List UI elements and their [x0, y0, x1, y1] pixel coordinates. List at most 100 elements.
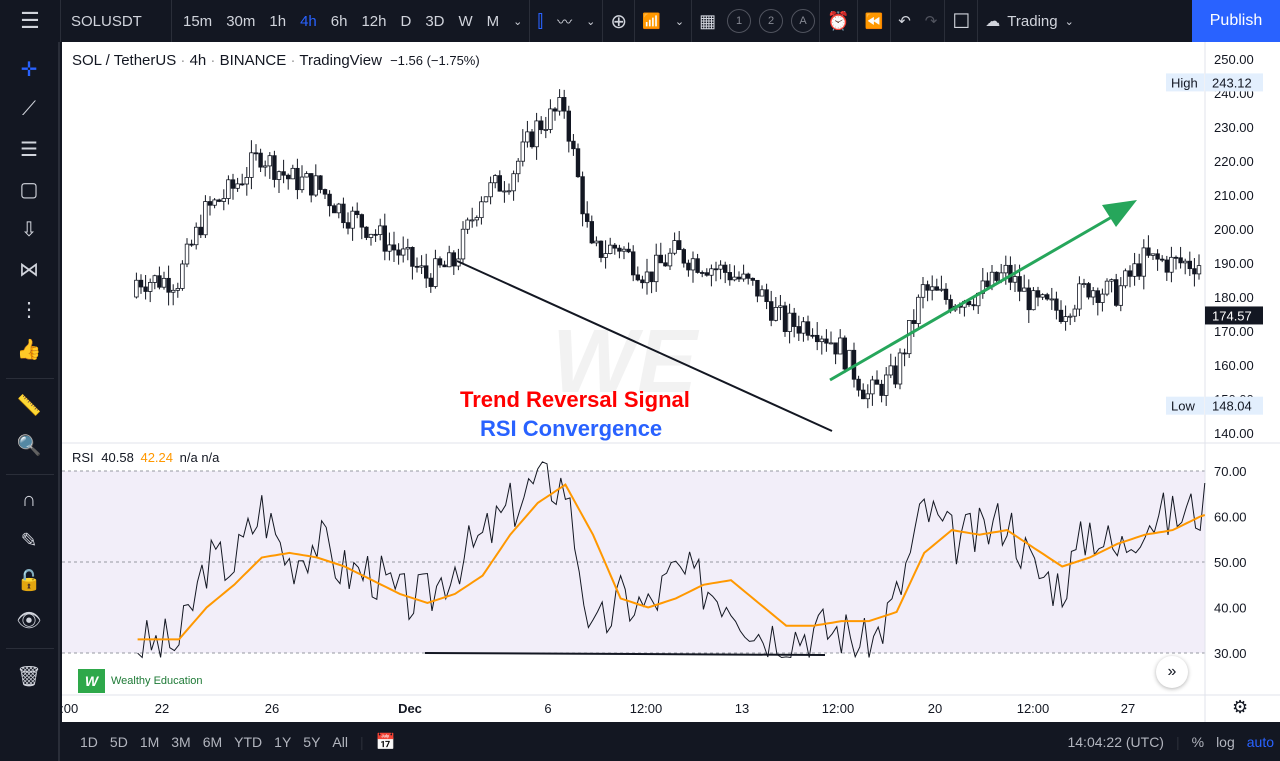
candle-body [865, 393, 870, 400]
candle [479, 196, 484, 225]
interval-4h[interactable]: 4h [293, 13, 324, 30]
candle-body [313, 175, 318, 196]
candle [1035, 286, 1041, 307]
interval-3D[interactable]: 3D [418, 13, 451, 30]
candle-body [594, 240, 599, 244]
interval-M[interactable]: M [480, 13, 507, 30]
fullscreen-icon[interactable]: ☐ [945, 9, 977, 34]
chevron-down-icon[interactable]: ⌄ [579, 15, 602, 28]
layout-A[interactable]: A [791, 9, 816, 33]
range-5D[interactable]: 5D [104, 734, 134, 750]
trend-line-icon[interactable]: ⟋ [12, 94, 46, 124]
lock-icon[interactable]: 🔓 [12, 565, 46, 595]
range-YTD[interactable]: YTD [228, 734, 268, 750]
range-All[interactable]: All [326, 734, 354, 750]
candle [258, 148, 263, 173]
chart-canvas[interactable]: WE250.00240.00230.00220.00210.00200.0019… [46, 42, 1280, 722]
layout-1[interactable]: 1 [727, 9, 752, 33]
time-tick: 12:00 [1017, 701, 1050, 716]
prediction-icon[interactable]: ⋮ [12, 294, 46, 324]
chevron-down-icon[interactable]: ⌄ [668, 15, 691, 28]
range-6M[interactable]: 6M [197, 734, 228, 750]
range-5Y[interactable]: 5Y [297, 734, 326, 750]
candle-body [1118, 285, 1123, 306]
thumbs-up-icon[interactable]: 👍 [12, 334, 46, 364]
pattern-icon[interactable]: ⋈ [12, 254, 46, 284]
candle-body [658, 254, 663, 264]
clock[interactable]: 14:04:22 (UTC) [1061, 734, 1169, 750]
candle [686, 259, 691, 277]
interval-30m[interactable]: 30m [219, 13, 262, 30]
lock-drawing-icon[interactable]: ✎ [12, 525, 46, 555]
candle-body [649, 271, 654, 283]
arrow-down-icon[interactable]: ⇩ [12, 214, 46, 244]
range-1M[interactable]: 1M [134, 734, 165, 750]
candle-body [810, 334, 815, 337]
zoom-in-icon[interactable]: 🔍 [12, 430, 46, 460]
cloud-icon[interactable]: ☁ [978, 12, 1007, 30]
chart-area[interactable]: WE 250.00 240.00 230.00 220.00 210.00 200.00 19… [46, 42, 1280, 722]
candle-body [815, 334, 820, 343]
candle-body [258, 152, 263, 168]
replay-icon[interactable]: ⏪ [858, 12, 891, 30]
trading-button[interactable]: Trading [1007, 13, 1057, 30]
candle [1091, 287, 1096, 306]
menu-icon[interactable]: ☰ [0, 8, 60, 34]
scroll-to-realtime-button[interactable]: » [1156, 656, 1188, 688]
layout-2[interactable]: 2 [759, 9, 784, 33]
line-chart-icon[interactable]: 〰 [550, 11, 579, 32]
rectangle-icon[interactable]: ▢ [12, 174, 46, 204]
percent-toggle[interactable]: % [1186, 734, 1210, 750]
undo-icon[interactable]: ↶ [891, 12, 918, 30]
range-1D[interactable]: 1D [74, 734, 104, 750]
add-indicator-icon[interactable]: ⊕ [603, 9, 634, 34]
range-3M[interactable]: 3M [165, 734, 196, 750]
indicators-icon[interactable]: 📶 [635, 12, 668, 30]
candle [244, 167, 249, 196]
layout-grid-icon[interactable]: ▦ [692, 11, 723, 32]
candle [428, 273, 433, 293]
candle [525, 120, 530, 148]
candle [1196, 254, 1202, 280]
chevron-down-icon[interactable]: ⌄ [506, 15, 529, 28]
candle-body [207, 201, 213, 206]
interval-12h[interactable]: 12h [354, 13, 393, 30]
interval-W[interactable]: W [452, 13, 480, 30]
crosshair-icon[interactable]: ✛ [12, 54, 46, 84]
candle-body [1049, 298, 1054, 301]
redo-icon[interactable]: ↷ [918, 12, 945, 30]
candle-body [157, 275, 162, 288]
candle [359, 213, 364, 240]
auto-toggle[interactable]: auto [1241, 734, 1280, 750]
candle [543, 116, 548, 139]
log-toggle[interactable]: log [1210, 734, 1241, 750]
interval-15m[interactable]: 15m [176, 13, 219, 30]
magnet-icon[interactable]: ∩ [12, 485, 46, 515]
price-tick: 200.00 [1214, 222, 1254, 237]
logo-text: Wealthy Education [111, 675, 203, 687]
symbol-search[interactable]: SOLUSDT [61, 13, 171, 30]
publish-button[interactable]: Publish [1192, 0, 1280, 42]
candle [787, 303, 792, 344]
trash-icon[interactable]: 🗑 [12, 661, 46, 691]
interval-D[interactable]: D [393, 13, 418, 30]
fib-retracement-icon[interactable]: ☰ [12, 134, 46, 164]
chevron-down-icon[interactable]: ⌄ [1058, 15, 1081, 28]
interval-6h[interactable]: 6h [324, 13, 355, 30]
candles-icon[interactable]: ⫿ [530, 11, 550, 32]
alarm-add-icon[interactable]: ⏰ [820, 11, 856, 32]
candle-body [272, 155, 277, 180]
candle-body [189, 243, 194, 246]
candle [1155, 249, 1160, 271]
interval-1h[interactable]: 1h [262, 13, 293, 30]
ruler-icon[interactable]: 📏 [12, 390, 46, 420]
eye-icon[interactable]: 👁 [12, 605, 46, 635]
candle-body [589, 221, 594, 244]
settings-gear-icon[interactable]: ⚙ [1232, 697, 1248, 718]
candle [1178, 246, 1183, 269]
range-1Y[interactable]: 1Y [268, 734, 297, 750]
candle [538, 116, 544, 135]
candle [672, 232, 677, 256]
time-tick: 27 [1121, 701, 1135, 716]
go-to-date-icon[interactable]: 📅 [370, 732, 402, 752]
